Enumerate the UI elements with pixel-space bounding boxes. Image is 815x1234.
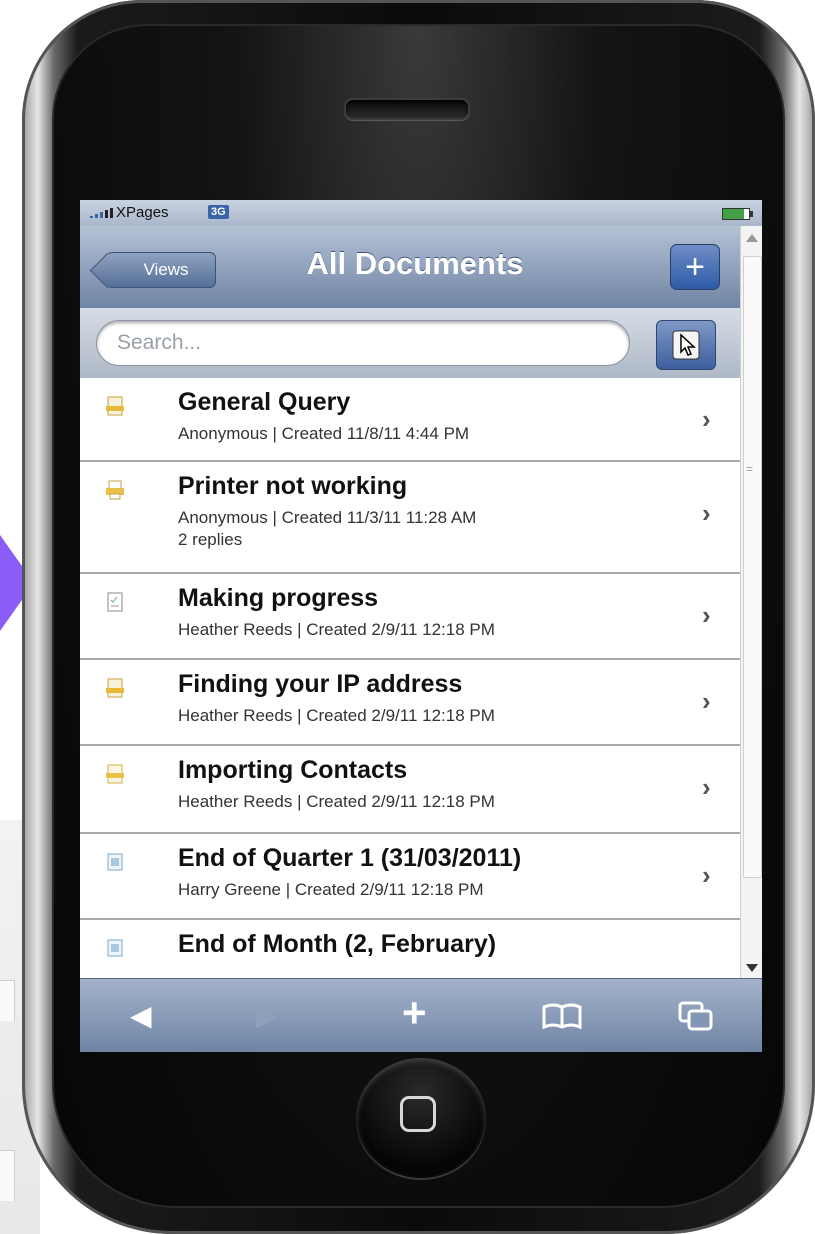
chevron-right-icon: › <box>702 404 711 434</box>
background-divider <box>0 980 15 1021</box>
scroll-thumb[interactable] <box>743 256 762 878</box>
document-meta: Anonymous | Created 11/8/11 4:44 PM <box>178 424 470 443</box>
document-title: Finding your IP address <box>178 670 463 698</box>
chevron-right-icon: › <box>702 772 711 802</box>
add-bookmark-icon[interactable]: + <box>402 989 427 1037</box>
signal-icon <box>90 208 113 218</box>
document-icon <box>106 764 124 784</box>
browser-toolbar: ◀ ▶ + <box>80 978 762 1052</box>
document-title: General Query <box>178 388 351 416</box>
network-badge: 3G <box>208 205 229 219</box>
reply-count: 2 replies <box>178 530 243 549</box>
page-title: All Documents <box>306 246 524 281</box>
status-bar: XPages 3G <box>80 200 762 226</box>
search-bar <box>80 308 740 379</box>
document-title: End of Month (2, February) <box>178 930 497 958</box>
list-item[interactable]: Printer not working Anonymous | Created … <box>80 462 740 574</box>
forward-arrow-icon[interactable]: ▶ <box>256 999 278 1032</box>
chevron-right-icon: › <box>702 686 711 716</box>
document-title: Making progress <box>178 584 379 612</box>
carrier-label: XPages <box>116 204 169 221</box>
phone-speaker <box>344 98 470 120</box>
list-item[interactable]: Importing Contacts Heather Reeds | Creat… <box>80 746 740 834</box>
back-arrow-icon[interactable]: ◀ <box>130 999 152 1032</box>
scrollbar[interactable]: = <box>740 226 762 978</box>
calendar-icon <box>107 853 123 871</box>
list-item[interactable]: End of Month (2, February) <box>80 920 740 978</box>
pages-icon[interactable] <box>676 999 716 1033</box>
back-button-label: Views <box>143 260 189 279</box>
printer-icon <box>106 480 124 500</box>
views-back-button[interactable]: Views <box>106 252 216 288</box>
document-icon <box>106 396 124 416</box>
checklist-icon <box>107 592 123 612</box>
list-item[interactable]: General Query Anonymous | Created 11/8/1… <box>80 378 740 462</box>
list-item[interactable]: Making progress Heather Reeds | Created … <box>80 574 740 660</box>
chevron-right-icon: › <box>702 860 711 890</box>
chevron-right-icon: › <box>702 600 711 630</box>
document-meta: Heather Reeds | Created 2/9/11 12:18 PM <box>178 792 495 811</box>
search-button[interactable] <box>656 320 716 370</box>
scroll-down-arrow-icon[interactable] <box>746 964 758 972</box>
list-item[interactable]: Finding your IP address Heather Reeds | … <box>80 660 740 746</box>
bookmarks-icon[interactable] <box>540 1001 584 1031</box>
document-title: Importing Contacts <box>178 756 408 784</box>
document-title: End of Quarter 1 (31/03/2011) <box>178 844 522 872</box>
list-item[interactable]: End of Quarter 1 (31/03/2011) Harry Gree… <box>80 834 740 920</box>
search-input[interactable] <box>96 320 630 366</box>
document-title: Printer not working <box>178 472 408 500</box>
document-icon <box>106 678 124 698</box>
document-list: General Query Anonymous | Created 11/8/1… <box>80 378 740 978</box>
background-divider <box>0 1150 15 1201</box>
phone-screen: XPages 3G Views All Documents + General … <box>80 200 762 1052</box>
document-meta: Anonymous | Created 11/3/11 11:28 AM <box>178 508 477 527</box>
scroll-up-arrow-icon[interactable] <box>746 234 758 242</box>
calendar-icon <box>107 939 123 957</box>
chevron-right-icon: › <box>702 498 711 528</box>
document-meta: Heather Reeds | Created 2/9/11 12:18 PM <box>178 620 495 639</box>
document-meta: Heather Reeds | Created 2/9/11 12:18 PM <box>178 706 495 725</box>
add-document-button[interactable]: + <box>670 244 720 290</box>
cursor-search-icon <box>672 330 700 360</box>
document-meta: Harry Greene | Created 2/9/11 12:18 PM <box>178 880 484 899</box>
navigation-bar: Views All Documents + <box>80 226 740 309</box>
home-square-icon <box>400 1096 436 1132</box>
scroll-grip-icon: = <box>746 462 754 476</box>
battery-icon <box>722 208 753 220</box>
